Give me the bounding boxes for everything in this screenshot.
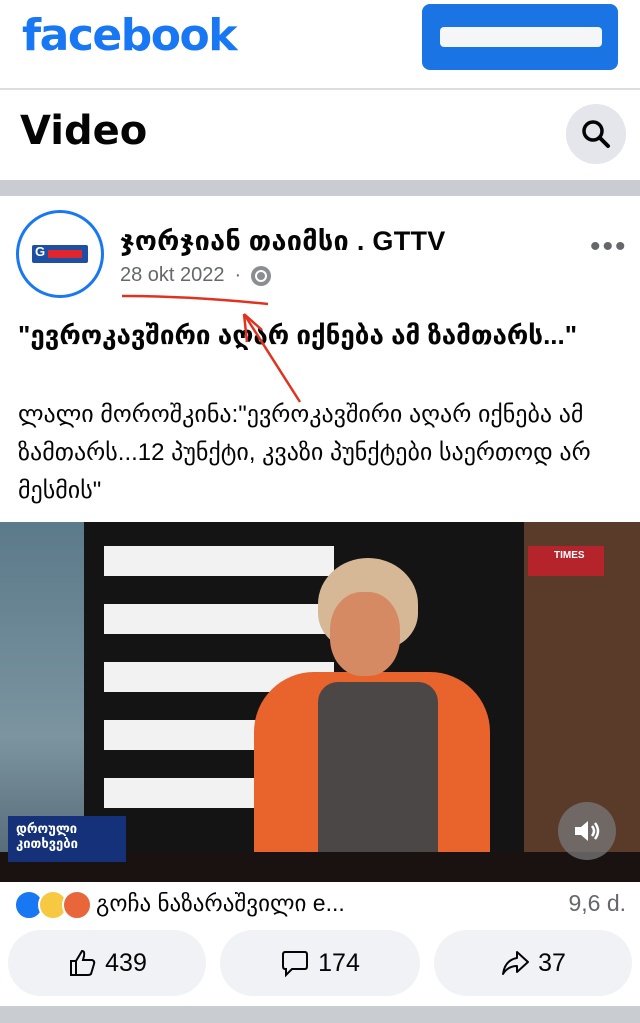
- share-count: 37: [538, 948, 566, 977]
- video-player[interactable]: TIMES დროული კითხვები: [0, 522, 640, 882]
- search-icon: [582, 120, 610, 148]
- thumbs-up-icon: [70, 949, 96, 976]
- page-title: Video: [20, 108, 148, 154]
- post-meta: 28 okt 2022 ·: [120, 264, 272, 287]
- view-count: 9,6 d.: [568, 890, 626, 916]
- page-avatar[interactable]: G: [16, 210, 104, 298]
- speaker-icon: [575, 821, 600, 841]
- search-button[interactable]: [566, 104, 626, 164]
- like-button[interactable]: 439: [8, 930, 206, 996]
- top-action-button[interactable]: [422, 4, 618, 70]
- angry-reaction-icon: [62, 890, 92, 920]
- bottom-divider: [0, 1006, 640, 1023]
- like-count: 439: [105, 948, 147, 977]
- page-header: Video: [0, 92, 640, 178]
- comment-icon: [282, 951, 309, 978]
- section-divider: [0, 180, 640, 196]
- action-bar: 439 174 37: [0, 930, 640, 998]
- globe-icon: [251, 265, 272, 286]
- comment-count: 174: [318, 948, 360, 977]
- comment-button[interactable]: 174: [220, 930, 420, 996]
- video-stripe: [104, 546, 334, 576]
- post-body: ლალი მოროშკინა:"ევროკავშირი აღარ იქნება …: [18, 401, 591, 504]
- presenter-face: [330, 592, 400, 676]
- reaction-icons[interactable]: [14, 890, 96, 920]
- more-options-icon[interactable]: •••: [590, 230, 628, 264]
- page-name-link[interactable]: ჯორჯიან თაიმსი . GTTV: [120, 226, 446, 257]
- avatar-letter: G: [35, 244, 46, 259]
- lower-third: დროული კითხვები: [8, 816, 126, 862]
- facebook-logo[interactable]: facebook: [22, 10, 237, 61]
- redacted-label: [440, 27, 602, 47]
- share-icon: [502, 951, 530, 975]
- reactions-row: გოჩა ნაზარაშვილი e... 9,6 d.: [0, 884, 640, 924]
- channel-logo: TIMES: [528, 546, 604, 576]
- post-date[interactable]: 28 okt 2022: [120, 264, 225, 287]
- share-button[interactable]: 37: [434, 930, 632, 996]
- meta-separator: ·: [234, 264, 242, 286]
- reactions-summary[interactable]: გოჩა ნაზარაშვილი e...: [96, 890, 345, 917]
- video-stripe: [104, 604, 334, 634]
- post-title: "ევროკავშირი აღარ იქნება ამ ზამთარს...": [18, 320, 578, 350]
- post-header: G ჯორჯიან თაიმსი . GTTV 28 okt 2022 · ••…: [0, 196, 640, 306]
- sound-toggle-button[interactable]: [558, 802, 616, 860]
- top-bar: facebook: [0, 0, 640, 90]
